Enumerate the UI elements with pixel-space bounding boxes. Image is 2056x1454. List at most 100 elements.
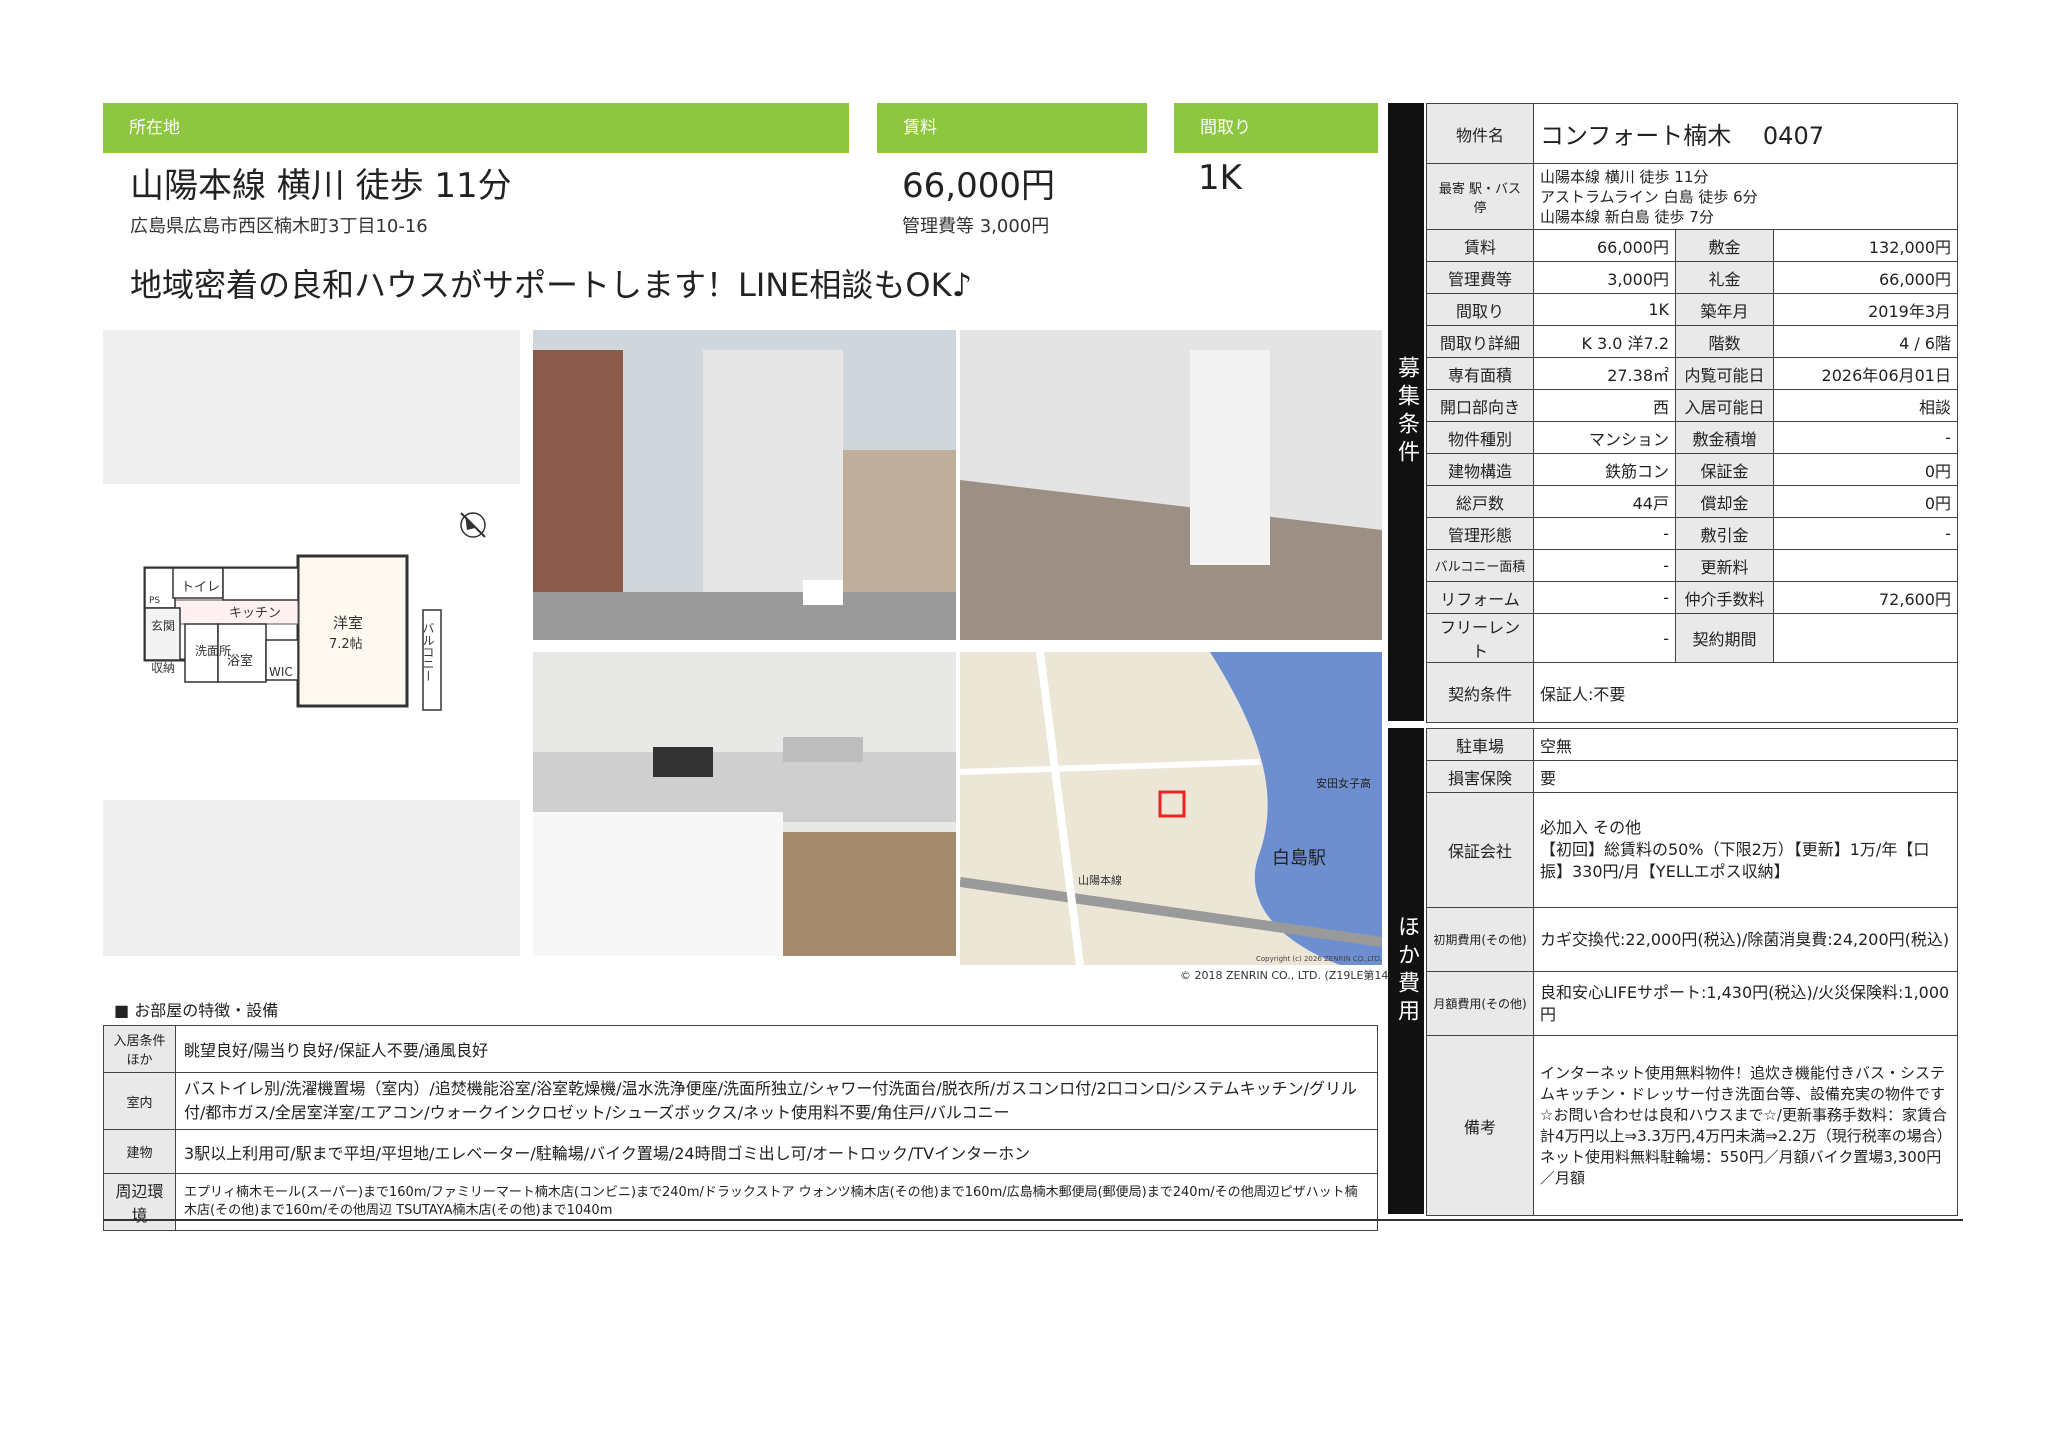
- map-zenrin: Copyright (c) 2026 ZENRIN CO.,LTD.: [1256, 955, 1382, 963]
- table-value-cell: K 3.0 洋7.2: [1533, 325, 1676, 358]
- table-value-cell: 保証人:不要: [1533, 662, 1958, 723]
- fp-bath: 浴室: [227, 653, 253, 669]
- placeholder-bottom: [103, 800, 520, 956]
- table-row: 総戸数 44戸 償却金 0円: [1426, 485, 1958, 518]
- table-value-cell: -: [1533, 613, 1676, 663]
- table-value-cell: 66,000円: [1533, 229, 1676, 262]
- table-value-cell: 眺望良好/陽当り良好/保証人不要/通風良好: [175, 1025, 1378, 1073]
- table-value-cell: バストイレ別/洗濯機置場（室内）/追焚機能浴室/浴室乾燥機/温水洗浄便座/洗面所…: [175, 1072, 1378, 1130]
- table-key-cell: 礼金: [1675, 261, 1774, 294]
- table-row: 物件名 コンフォート楠木 0407: [1426, 103, 1958, 164]
- table-key-cell: 保証金: [1675, 453, 1774, 486]
- bottom-rule: [103, 1219, 1963, 1221]
- table-key-cell: 内覧可能日: [1675, 357, 1774, 390]
- table-key-cell: リフォーム: [1426, 581, 1534, 614]
- table-key-cell: 総戸数: [1426, 485, 1534, 518]
- table-key-cell: 管理形態: [1426, 517, 1534, 550]
- layout-value: 1K: [1198, 158, 1242, 198]
- fp-room-size: 7.2帖: [329, 637, 363, 652]
- table-key-cell: 備考: [1426, 1035, 1534, 1216]
- table-key-cell: 最寄 駅・バス停: [1426, 163, 1534, 230]
- address-text: 広島県広島市西区楠木町3丁目10-16: [130, 216, 428, 237]
- layout-label: 間取り: [1174, 103, 1378, 153]
- table-value-cell: 132,000円: [1773, 229, 1958, 262]
- table-row: 管理形態 - 敷引金 -: [1426, 517, 1958, 550]
- table-row: 最寄 駅・バス停 山陽本線 横川 徒歩 11分 アストラムライン 白島 徒歩 6…: [1426, 163, 1958, 230]
- table-key-cell: フリーレント: [1426, 613, 1534, 663]
- table-key-cell: 敷金: [1675, 229, 1774, 262]
- compass-icon: [460, 512, 486, 538]
- table-value-cell: 1K: [1533, 293, 1676, 326]
- table-key-cell: 専有面積: [1426, 357, 1534, 390]
- fp-wic: WIC: [269, 665, 293, 679]
- table-row: 開口部向き西入居可能日 相談: [1426, 389, 1958, 422]
- table-value-cell: -: [1533, 549, 1676, 582]
- table-row: 月額費用(その他) 良和安心LIFEサポート:1,430円(税込)/火災保険料:1…: [1426, 971, 1958, 1036]
- catch-copy: 地域密着の良和ハウスがサポートします！LINE相談もOK♪: [130, 266, 973, 304]
- placeholder-top: [103, 330, 520, 484]
- table-value-cell: 西: [1533, 389, 1676, 422]
- access-text: 山陽本線 横川 徒歩 11分: [130, 166, 512, 206]
- table-row: フリーレント - 契約期間: [1426, 613, 1958, 663]
- table-row: 備考 インターネット使用無料物件！追炊き機能付きバス・システムキッチン・ドレッサー…: [1426, 1035, 1958, 1216]
- fp-storage: 収納: [151, 661, 175, 675]
- fp-balcony: バルコニー: [421, 622, 435, 682]
- table-value-cell: 27.38㎡: [1533, 357, 1676, 390]
- table-key-cell: 階数: [1675, 325, 1774, 358]
- table-row: 室内 バストイレ別/洗濯機置場（室内）/追焚機能浴室/浴室乾燥機/温水洗浄便座/洗…: [103, 1072, 1378, 1130]
- rent-value: 66,000円: [902, 166, 1055, 206]
- table-value-cell: 4 / 6階: [1773, 325, 1958, 358]
- table-key-cell: 周辺環境: [103, 1173, 176, 1231]
- fp-room: 洋室: [333, 614, 363, 632]
- table-key-cell: 築年月: [1675, 293, 1774, 326]
- table-row: 周辺環境 エプリィ楠木モール(スーパー)まで160m/ファミリーマート楠木店(コン…: [103, 1173, 1378, 1231]
- fp-kitchen: キッチン: [229, 606, 281, 621]
- table-value-cell: 44戸: [1533, 485, 1676, 518]
- fp-washroom: 洗面所: [195, 644, 231, 658]
- building-photo-frame: [533, 330, 956, 640]
- fp-entrance: 玄関: [151, 618, 175, 633]
- table-value-cell: 3駅以上利用可/駅まで平坦/平坦地/エレベーター/駐輪場/バイク置場/24時間ゴ…: [175, 1129, 1378, 1174]
- table-row: バルコニー面積 - 更新料: [1426, 549, 1958, 582]
- table-value-cell: -: [1773, 421, 1958, 454]
- table-key-cell: 入居条件ほか: [103, 1025, 176, 1073]
- table-row: リフォーム - 仲介手数料 72,600円: [1426, 581, 1958, 614]
- floor-plan: トイレ PS キッチン 玄関 収納 洗面所 浴室 WIC 洋室 7.2帖 バルコ…: [143, 512, 486, 711]
- table-row: 建物 3駅以上利用可/駅まで平坦/平坦地/エレベーター/駐輪場/バイク置場/24時…: [103, 1129, 1378, 1174]
- table-row: 建物構造 鉄筋コン 保証金 0円: [1426, 453, 1958, 486]
- location-label: 所在地: [103, 103, 849, 153]
- rent-label: 賃料: [877, 103, 1147, 153]
- table-value-cell: [1773, 613, 1958, 663]
- table-value-cell: マンション: [1533, 421, 1676, 454]
- table-value-cell: インターネット使用無料物件！追炊き機能付きバス・システムキッチン・ドレッサー付き…: [1533, 1035, 1958, 1216]
- table-value-cell: -: [1533, 517, 1676, 550]
- table-key-cell: 管理費等: [1426, 261, 1534, 294]
- table-key-cell: 間取り: [1426, 293, 1534, 326]
- table-key-cell: 建物: [103, 1129, 176, 1174]
- table-key-cell: 更新料: [1675, 549, 1774, 582]
- table-value-cell: 2026年06月01日: [1773, 357, 1958, 390]
- room-photo: [960, 330, 1382, 640]
- map[interactable]: 白島駅 山陽本線 安田女子高 Copyright (c) 2026 ZENRIN…: [959, 651, 1383, 966]
- table-row: 管理費等 3,000円 礼金 66,000円: [1426, 261, 1958, 294]
- table-key-cell: 物件種別: [1426, 421, 1534, 454]
- table-value-cell: 3,000円: [1533, 261, 1676, 294]
- table-key-cell: 契約条件: [1426, 662, 1534, 723]
- kitchen-photo: [533, 652, 956, 956]
- table-value-cell: 必加入 その他 【初回】総賃料の50%（下限2万）【更新】1万/年【口振】330…: [1533, 792, 1958, 908]
- costs-table: 駐車場 空無 損害保険要 保証会社 必加入 その他 【初回】総賃料の50%（下限2万…: [1426, 728, 1958, 1216]
- table-value-cell: カギ交換代:22,000円(税込)/除菌消臭費:24,200円(税込): [1533, 907, 1958, 972]
- table-key-cell: 建物構造: [1426, 453, 1534, 486]
- table-value-cell: コンフォート楠木 0407: [1533, 103, 1958, 164]
- map-copyright: © 2018 ZENRIN CO., LTD. (Z19LE第1442号): [1180, 969, 1418, 982]
- table-value-cell: 72,600円: [1773, 581, 1958, 614]
- table-row: 保証会社 必加入 その他 【初回】総賃料の50%（下限2万）【更新】1万/年【口振…: [1426, 792, 1958, 908]
- table-key-cell: 賃料: [1426, 229, 1534, 262]
- table-key-cell: 物件名: [1426, 103, 1534, 164]
- table-key-cell: 月額費用(その他): [1426, 971, 1534, 1036]
- table-row: 間取り 1K 築年月 2019年3月: [1426, 293, 1958, 326]
- map-station-label: 白島駅: [1272, 848, 1326, 869]
- fp-toilet: トイレ: [181, 580, 220, 595]
- table-key-cell: 入居可能日: [1675, 389, 1774, 422]
- table-row: 駐車場 空無: [1426, 728, 1958, 761]
